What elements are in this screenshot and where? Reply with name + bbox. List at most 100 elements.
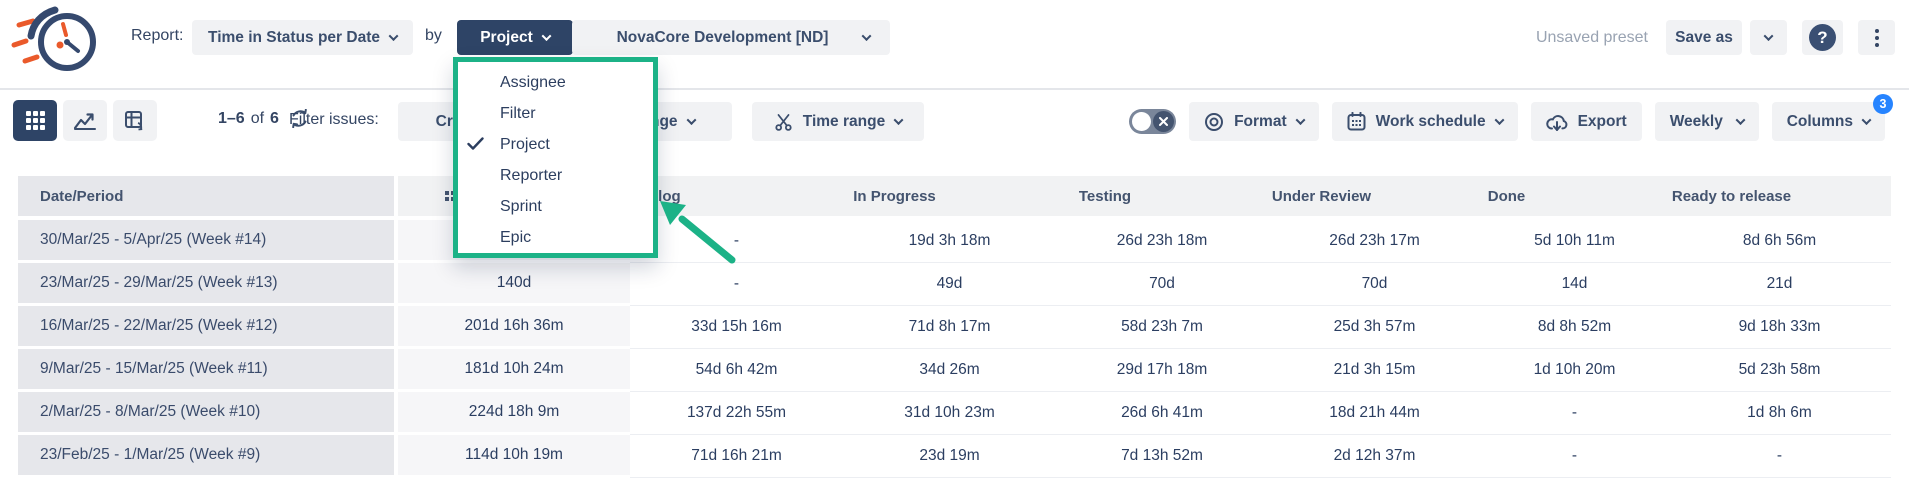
menu-item-assignee[interactable]: Assignee (458, 67, 653, 98)
annotation-highlight-box: Assignee Filter Project Reporter Sprint … (453, 57, 658, 258)
view-table-button[interactable] (13, 100, 57, 141)
grouping-period-select[interactable]: Weekly (1655, 102, 1759, 141)
project-select[interactable]: NovaCore Development [ND] (572, 20, 890, 55)
kebab-icon (1875, 29, 1879, 47)
chevron-down-icon (686, 115, 696, 125)
time-in-status-table: Date/Period Lead time Backlog In Progres… (18, 176, 1891, 478)
value-cell: 18d 21h 44m (1268, 392, 1481, 435)
table-row: 23/Mar/25 - 29/Mar/25 (Week #13) 140d - … (18, 263, 1891, 306)
chevron-down-icon (389, 31, 399, 41)
results-total: 6 (270, 110, 279, 128)
menu-item-epic[interactable]: Epic (458, 222, 653, 253)
table-header-row: Date/Period Lead time Backlog In Progres… (18, 176, 1891, 216)
menu-item-sprint[interactable]: Sprint (458, 191, 653, 222)
by-label: by (425, 27, 442, 45)
value-cell: - (1668, 435, 1891, 478)
work-schedule-button[interactable]: Work schedule (1332, 102, 1518, 141)
report-label: Report: (131, 27, 183, 45)
value-cell: 19d 3h 18m (843, 220, 1056, 263)
table-row: 2/Mar/25 - 8/Mar/25 (Week #10) 224d 18h … (18, 392, 1891, 435)
value-cell: 181d 10h 24m (398, 349, 630, 392)
filter-issues-label: Filter issues: (289, 111, 379, 129)
help-button[interactable]: ? (1802, 20, 1843, 55)
header-done[interactable]: Done (1481, 176, 1668, 216)
chevron-down-icon (1764, 31, 1774, 41)
view-pivot-button[interactable] (113, 100, 157, 141)
table-row: 16/Mar/25 - 22/Mar/25 (Week #12) 201d 16… (18, 306, 1891, 349)
value-cell: 201d 16h 36m (398, 306, 630, 349)
menu-item-filter[interactable]: Filter (458, 98, 653, 129)
value-cell: 26d 6h 41m (1056, 392, 1268, 435)
menu-item-project[interactable]: Project (458, 129, 653, 160)
period-cell: 30/Mar/25 - 5/Apr/25 (Week #14) (18, 220, 398, 263)
save-as-more-button[interactable] (1750, 20, 1787, 55)
time-range-filter-label: Time range (803, 113, 885, 131)
value-cell: 8d 8h 52m (1481, 306, 1668, 349)
group-by-menu: Assignee Filter Project Reporter Sprint … (458, 62, 653, 253)
format-button[interactable]: Format (1189, 102, 1319, 141)
header-ready-to-release[interactable]: Ready to release (1668, 176, 1891, 216)
results-of-label: of (251, 110, 264, 128)
grouping-period-value: Weekly (1670, 113, 1723, 131)
header-testing[interactable]: Testing (1056, 176, 1268, 216)
save-as-button[interactable]: Save as (1666, 20, 1742, 55)
more-menu-button[interactable] (1858, 20, 1895, 55)
value-cell: - (630, 263, 843, 306)
results-range: 1–6 (218, 110, 245, 128)
header-date-period[interactable]: Date/Period (18, 176, 398, 216)
value-cell: 33d 15h 16m (630, 306, 843, 349)
value-cell: - (1481, 435, 1668, 478)
value-cell: 34d 26m (843, 349, 1056, 392)
annotation-arrow (648, 196, 742, 268)
question-icon: ? (1809, 24, 1836, 51)
project-select-value: NovaCore Development [ND] (592, 29, 853, 47)
value-cell: 5d 10h 11m (1481, 220, 1668, 263)
work-schedule-label: Work schedule (1376, 113, 1486, 131)
calendar-icon (1347, 112, 1366, 131)
value-cell: 1d 10h 20m (1481, 349, 1668, 392)
value-cell: 2d 12h 37m (1268, 435, 1481, 478)
top-bar: Report: Time in Status per Date by Proje… (0, 0, 1909, 90)
table-row: 23/Feb/25 - 1/Mar/25 (Week #9) 114d 10h … (18, 435, 1891, 478)
view-chart-button[interactable] (63, 100, 107, 141)
columns-button[interactable]: Columns 3 (1772, 102, 1885, 141)
check-icon (467, 137, 484, 151)
export-button[interactable]: Export (1531, 102, 1642, 141)
value-cell: 114d 10h 19m (398, 435, 630, 478)
menu-item-reporter[interactable]: Reporter (458, 160, 653, 191)
columns-count-badge: 3 (1873, 94, 1893, 114)
chart-mode-toggle[interactable] (1129, 109, 1176, 134)
period-cell: 23/Mar/25 - 29/Mar/25 (Week #13) (18, 263, 398, 306)
report-type-select[interactable]: Time in Status per Date (192, 20, 413, 55)
chevron-down-icon (1494, 115, 1504, 125)
value-cell: 9d 18h 33m (1668, 306, 1891, 349)
group-by-select[interactable]: Project (457, 20, 573, 55)
value-cell: 31d 10h 23m (843, 392, 1056, 435)
value-cell: 58d 23h 7m (1056, 306, 1268, 349)
chevron-down-icon (541, 31, 551, 41)
value-cell: 5d 23h 58m (1668, 349, 1891, 392)
chevron-down-icon (1735, 115, 1745, 125)
value-cell: 137d 22h 55m (630, 392, 843, 435)
header-under-review[interactable]: Under Review (1268, 176, 1481, 216)
group-by-value: Project (480, 29, 533, 47)
value-cell: 70d (1268, 263, 1481, 306)
time-range-filter-button[interactable]: Time range (752, 102, 924, 141)
cloud-export-icon (1546, 113, 1568, 131)
chevron-down-icon (894, 115, 904, 125)
columns-label: Columns (1787, 113, 1853, 131)
value-cell: 54d 6h 42m (630, 349, 843, 392)
value-cell: 71d 16h 21m (630, 435, 843, 478)
chart-icon (74, 112, 96, 130)
chevron-down-icon (862, 31, 872, 41)
value-cell: 21d 3h 15m (1268, 349, 1481, 392)
value-cell: 26d 23h 18m (1056, 220, 1268, 263)
preset-status: Unsaved preset (1536, 29, 1648, 47)
value-cell: - (1481, 392, 1668, 435)
header-in-progress[interactable]: In Progress (843, 176, 1056, 216)
chevron-down-icon (1295, 115, 1305, 125)
value-cell: 14d (1481, 263, 1668, 306)
value-cell: 23d 19m (843, 435, 1056, 478)
report-type-value: Time in Status per Date (208, 29, 380, 47)
value-cell: 70d (1056, 263, 1268, 306)
